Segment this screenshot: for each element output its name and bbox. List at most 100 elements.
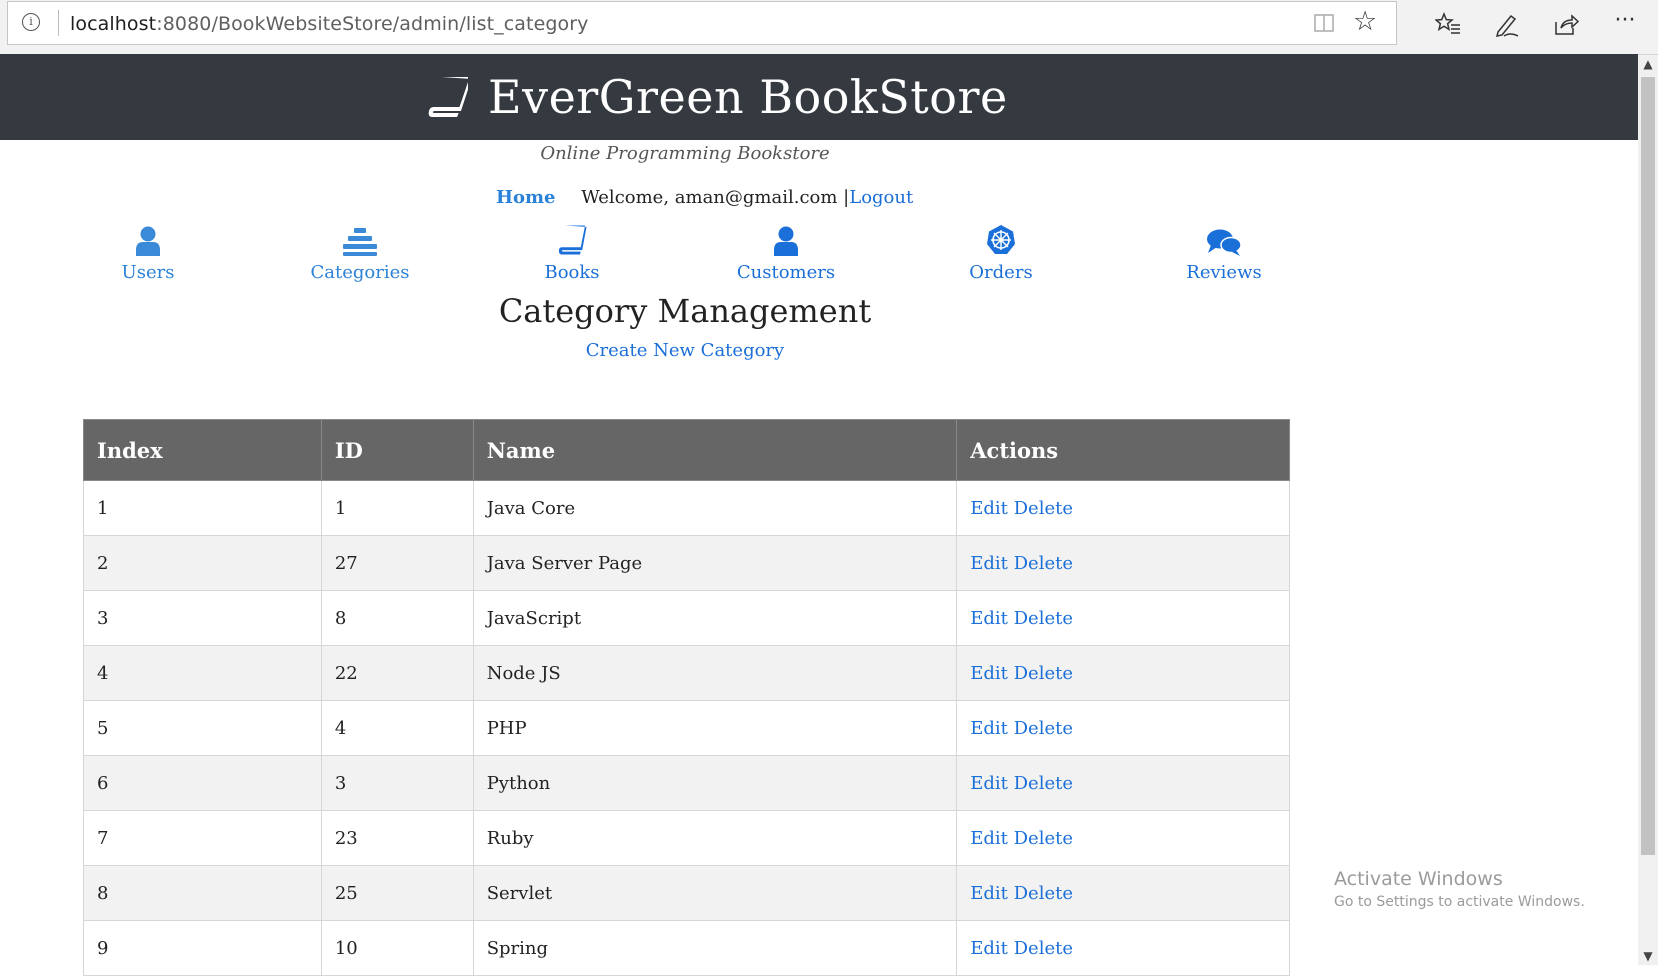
- cell-id: 8: [320, 590, 474, 646]
- table-row: 4 22 Node JS Edit Delete: [83, 645, 1290, 701]
- cell-id: 4: [320, 700, 474, 756]
- edit-link[interactable]: Edit: [970, 773, 1008, 794]
- cell-actions: Edit Delete: [956, 535, 1290, 591]
- star-icon[interactable]: ☆: [1353, 6, 1377, 38]
- page-title: Category Management: [498, 292, 872, 330]
- brand[interactable]: EverGreen BookStore: [424, 62, 1008, 132]
- cell-actions: Edit Delete: [956, 645, 1290, 701]
- cell-actions: Edit Delete: [956, 810, 1290, 866]
- cell-index: 3: [83, 590, 322, 646]
- delete-link[interactable]: Delete: [1014, 828, 1073, 849]
- cell-actions: Edit Delete: [956, 865, 1290, 921]
- edit-link[interactable]: Edit: [970, 718, 1008, 739]
- scroll-up-arrow[interactable]: ▲: [1638, 55, 1658, 73]
- address-separator: [58, 10, 59, 36]
- cell-name: Java Server Page: [472, 535, 958, 591]
- cell-actions: Edit Delete: [956, 590, 1290, 646]
- cell-name: JavaScript: [472, 590, 958, 646]
- edit-link[interactable]: Edit: [970, 608, 1008, 629]
- menu-label-users[interactable]: Users: [73, 262, 223, 283]
- cell-id: 10: [320, 920, 474, 976]
- cell-actions: Edit Delete: [956, 755, 1290, 811]
- edit-link[interactable]: Edit: [970, 498, 1008, 519]
- url-host: localhost: [70, 13, 157, 35]
- header-name: Name: [472, 419, 958, 481]
- cell-name: Python: [472, 755, 958, 811]
- cell-name: Ruby: [472, 810, 958, 866]
- header-id: ID: [320, 419, 474, 481]
- brand-title: EverGreen BookStore: [488, 70, 1008, 124]
- cell-name: Servlet: [472, 865, 958, 921]
- site-header: EverGreen BookStore: [0, 54, 1638, 140]
- table-row: 3 8 JavaScript Edit Delete: [83, 590, 1290, 646]
- cell-index: 9: [83, 920, 322, 976]
- scroll-down-arrow[interactable]: ▼: [1638, 947, 1658, 965]
- menu-label-orders[interactable]: Orders: [926, 262, 1076, 283]
- edit-link[interactable]: Edit: [970, 883, 1008, 904]
- delete-link[interactable]: Delete: [1014, 608, 1073, 629]
- table-body: 1 1 Java Core Edit Delete 2 27 Java Server Pag…: [83, 480, 1290, 976]
- cell-name: Spring: [472, 920, 958, 976]
- cell-id: 25: [320, 865, 474, 921]
- table-header-row: Index ID Name Actions: [83, 419, 1290, 481]
- delete-link[interactable]: Delete: [1014, 718, 1073, 739]
- edit-link[interactable]: Edit: [970, 553, 1008, 574]
- favorites-hub-icon[interactable]: [1428, 6, 1468, 42]
- info-icon[interactable]: i: [22, 13, 40, 31]
- logout-link[interactable]: Logout: [849, 187, 913, 208]
- tagline: Online Programming Bookstore: [540, 143, 830, 164]
- browser-toolbar: i localhost:8080/BookWebsiteStore/admin/…: [0, 0, 1658, 55]
- address-bar[interactable]: i localhost:8080/BookWebsiteStore/admin/…: [7, 1, 1397, 45]
- vertical-scrollbar[interactable]: ▲ ▼: [1638, 55, 1658, 965]
- table-row: 2 27 Java Server Page Edit Delete: [83, 535, 1290, 591]
- url-path: :8080/BookWebsiteStore/admin/list_catego…: [156, 13, 589, 35]
- table-row: 7 23 Ruby Edit Delete: [83, 810, 1290, 866]
- menu-item-users[interactable]: Users: [73, 218, 223, 283]
- menu-item-customers[interactable]: Customers: [711, 218, 861, 283]
- delete-link[interactable]: Delete: [1014, 938, 1073, 959]
- table-row: 8 25 Servlet Edit Delete: [83, 865, 1290, 921]
- delete-link[interactable]: Delete: [1014, 498, 1073, 519]
- cell-id: 1: [320, 480, 474, 536]
- cell-name: PHP: [472, 700, 958, 756]
- pen-icon[interactable]: [1487, 6, 1527, 42]
- customer-icon: [774, 226, 798, 256]
- watermark-line2: Go to Settings to activate Windows.: [1334, 894, 1585, 910]
- menu-label-reviews[interactable]: Reviews: [1149, 262, 1299, 283]
- menu-item-orders[interactable]: Orders: [926, 218, 1076, 283]
- menu-item-reviews[interactable]: Reviews: [1149, 218, 1299, 283]
- delete-link[interactable]: Delete: [1014, 553, 1073, 574]
- menu-label-customers[interactable]: Customers: [711, 262, 861, 283]
- menu-label-categories[interactable]: Categories: [285, 262, 435, 283]
- watermark-line1: Activate Windows: [1334, 868, 1503, 890]
- share-icon[interactable]: [1546, 6, 1586, 42]
- scrollbar-thumb[interactable]: [1641, 77, 1655, 855]
- top-nav: Home Welcome, aman@gmail.com |Logout: [496, 187, 913, 208]
- more-icon[interactable]: ···: [1605, 6, 1645, 42]
- menu-item-categories[interactable]: Categories: [285, 218, 435, 283]
- user-icon: [136, 226, 160, 256]
- delete-link[interactable]: Delete: [1014, 663, 1073, 684]
- menu-item-books[interactable]: Books: [497, 218, 647, 283]
- cell-id: 22: [320, 645, 474, 701]
- edit-link[interactable]: Edit: [970, 828, 1008, 849]
- edit-link[interactable]: Edit: [970, 938, 1008, 959]
- cell-name: Node JS: [472, 645, 958, 701]
- reading-view-icon[interactable]: [1314, 14, 1334, 32]
- categories-icon: [343, 228, 377, 256]
- delete-link[interactable]: Delete: [1014, 773, 1073, 794]
- edit-link[interactable]: Edit: [970, 663, 1008, 684]
- cell-index: 1: [83, 480, 322, 536]
- cell-name: Java Core: [472, 480, 958, 536]
- menu-label-books[interactable]: Books: [497, 262, 647, 283]
- home-link[interactable]: Home: [496, 187, 556, 208]
- orders-icon: [987, 225, 1015, 254]
- delete-link[interactable]: Delete: [1014, 883, 1073, 904]
- book-icon: [558, 225, 587, 255]
- create-category-link[interactable]: Create New Category: [586, 340, 784, 361]
- welcome-text: Welcome, aman@gmail.com |: [581, 187, 850, 208]
- activate-windows-watermark: Activate Windows Go to Settings to activ…: [1334, 868, 1585, 910]
- book-icon: [428, 77, 468, 117]
- cell-actions: Edit Delete: [956, 920, 1290, 976]
- url-text[interactable]: localhost:8080/BookWebsiteStore/admin/li…: [70, 13, 589, 35]
